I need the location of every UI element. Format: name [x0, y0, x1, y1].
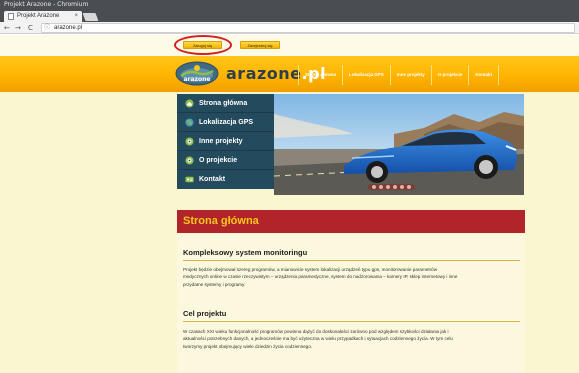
eye-icon [185, 137, 194, 146]
brand-name: arazone [226, 64, 302, 83]
page-viewport: Zaloguj się Zarejestruj się arazone araz… [0, 35, 579, 373]
sidebar-item-projects[interactable]: Inne projekty [177, 132, 274, 151]
highlight-circle [174, 35, 232, 55]
url-input[interactable]: ⓘ arazone.pl [41, 23, 575, 33]
top-nav: Strona główna Lokalizacja GPS Inne proje… [298, 65, 500, 85]
forward-icon[interactable]: → [15, 22, 21, 34]
paragraph-line: W czasach XXI wieku funkcjonalność progr… [183, 329, 449, 334]
tab-label: Projekt Arazone [17, 13, 60, 19]
paragraph-line: tworzymy projekt obejmujący wiele dziedz… [183, 343, 313, 349]
globe-icon [185, 118, 194, 127]
reload-icon[interactable]: C [28, 22, 33, 34]
slider-dot[interactable] [379, 185, 383, 189]
slider-dot[interactable] [386, 185, 390, 189]
register-button[interactable]: Zarejestruj się [240, 41, 280, 49]
sidebar-item-about[interactable]: O projekcie [177, 151, 274, 170]
nav-item-projects[interactable]: Inne projekty [389, 65, 431, 85]
logo-lettering: arazone [183, 76, 210, 83]
paragraph-line: medycznych online w czasie rzeczywistym … [183, 274, 458, 280]
nav-item-gps[interactable]: Lokalizacja GPS [342, 65, 390, 85]
eye-icon [185, 156, 194, 165]
paragraph-line: Projekt będzie obejmował szereg programó… [183, 267, 438, 272]
section-heading: Cel projektu [183, 309, 227, 318]
tab-strip: Projekt Arazone × [0, 9, 579, 22]
slider-car-image [274, 94, 524, 195]
close-icon[interactable]: × [74, 11, 78, 22]
info-icon[interactable]: ⓘ [44, 24, 50, 32]
slider-dot[interactable] [407, 185, 411, 189]
section-heading: Kompleksowy system monitoringu [183, 248, 308, 257]
home-icon [185, 99, 194, 108]
sidebar-menu: Strona główna Lokalizacja GPS Inne proje… [177, 94, 274, 189]
sidebar-item-home[interactable]: Strona główna [177, 94, 274, 113]
image-slider[interactable] [274, 94, 524, 195]
site-header: arazone arazone.pl Strona główna Lokaliz… [0, 56, 579, 92]
sidebar-item-contact[interactable]: Kontakt [177, 170, 274, 189]
main-content: Kompleksowy system monitoringu Projekt b… [177, 234, 525, 373]
address-bar: ← → C ⓘ arazone.pl [0, 22, 579, 34]
window-titlebar: Projekt Arazone - Chromium [0, 0, 579, 9]
back-icon[interactable]: ← [4, 22, 10, 34]
sidebar-item-label: Kontakt [199, 176, 226, 183]
section-paragraph: W czasach XXI wieku funkcjonalność progr… [183, 328, 520, 350]
page-icon [8, 13, 14, 20]
section-divider [183, 260, 520, 261]
nav-item-about[interactable]: O projekcie [430, 65, 469, 85]
paragraph-line: przydatne systemy i programy. [183, 281, 246, 287]
section-paragraph: Projekt będzie obejmował szereg programó… [183, 266, 520, 288]
slider-dot[interactable] [393, 185, 397, 189]
section-divider [183, 321, 520, 322]
slider-dot[interactable] [400, 185, 404, 189]
page-title-bar: Strona główna [177, 210, 525, 233]
paragraph-line: aktualności potrzebnych danych, a jednoc… [183, 336, 453, 342]
sidebar-item-label: Lokalizacja GPS [199, 119, 254, 126]
sidebar-item-label: O projekcie [199, 157, 238, 164]
slider-dots [368, 184, 415, 190]
browser-tab[interactable]: Projekt Arazone × [4, 11, 82, 22]
page-title: Strona główna [183, 215, 259, 227]
login-bar: Zaloguj się Zarejestruj się [0, 35, 579, 56]
sidebar-item-label: Inne projekty [199, 138, 243, 145]
sidebar-item-label: Strona główna [199, 100, 248, 107]
url-text: arazone.pl [54, 25, 83, 31]
slider-dot[interactable] [372, 185, 376, 189]
nav-item-contact[interactable]: Kontakt [468, 65, 500, 85]
new-tab-button[interactable] [82, 13, 99, 21]
sidebar-item-gps[interactable]: Lokalizacja GPS [177, 113, 274, 132]
site-logo[interactable]: arazone [175, 61, 219, 86]
window-title: Projekt Arazone - Chromium [4, 1, 89, 8]
contact-icon [185, 176, 194, 183]
nav-item-home[interactable]: Strona główna [298, 65, 342, 85]
